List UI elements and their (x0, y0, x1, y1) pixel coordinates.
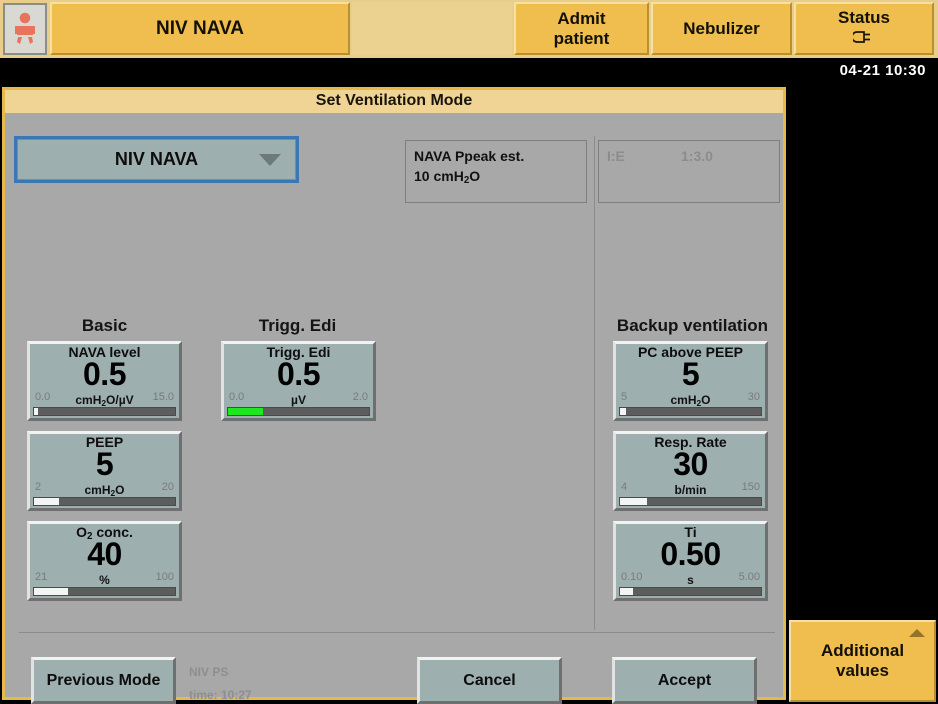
cancel-button[interactable]: Cancel (417, 657, 562, 704)
param-resp-rate-max: 150 (741, 481, 760, 493)
param-pc-above-peep-fill (620, 408, 626, 415)
tab-ventilation-mode-label: NIV NAVA (156, 17, 244, 39)
param-pc-above-peep-bar[interactable] (619, 407, 762, 416)
param-ti-bar[interactable] (619, 587, 762, 596)
ventilation-mode-dropdown-value: NIV NAVA (114, 149, 199, 169)
additional-values-label: Additional values (820, 640, 905, 680)
previous-mode-info: NIV PS time: 10:27 (189, 661, 252, 704)
param-o2-conc-bar[interactable] (33, 587, 176, 596)
datetime-display: 04-21 10:30 (839, 62, 926, 79)
param-o2-conc-value: 40 (87, 536, 122, 573)
ie-ratio-row: I:E 1:3.0 (607, 147, 771, 167)
param-trigg-edi-value: 0.5 (277, 355, 320, 392)
param-o2-conc-fill (34, 588, 68, 595)
param-pc-above-peep[interactable]: PC above PEEP 5 5 cmH2O 30 (613, 341, 768, 421)
param-o2-conc-unit: % (99, 573, 110, 587)
ie-ratio-value: 1:3.0 (681, 148, 713, 164)
previous-mode-button-label: Previous Mode (46, 671, 161, 689)
param-trigg-edi-scale: 0.0 µV 2.0 (227, 391, 370, 407)
param-resp-rate-scale: 4 b/min 150 (619, 481, 762, 497)
tab-status-label: Status (838, 8, 890, 28)
row-divider (19, 632, 775, 633)
param-pc-above-peep-max: 30 (747, 391, 760, 403)
ie-ratio-label: I:E (607, 148, 625, 164)
param-pc-above-peep-unit: cmH2O (670, 393, 711, 409)
tab-bar-spacer (352, 2, 512, 55)
param-peep-unit: cmH2O (84, 483, 125, 499)
datetime-strip: 04-21 10:30 (0, 58, 938, 86)
tab-admit-patient[interactable]: Admit patient (514, 2, 649, 55)
param-peep-fill (34, 498, 60, 505)
param-nava-level-fill (34, 408, 39, 415)
param-ti-fill (620, 588, 633, 595)
dialog-title: Set Ventilation Mode (5, 90, 783, 113)
section-heading-basic: Basic (81, 316, 128, 335)
power-plug-icon (851, 29, 875, 49)
param-ti-value: 0.50 (660, 535, 721, 572)
cancel-button-label: Cancel (463, 671, 516, 689)
accept-button[interactable]: Accept (612, 657, 757, 704)
accept-button-label: Accept (657, 671, 712, 689)
patient-category-button[interactable] (3, 3, 47, 55)
param-trigg-edi-fill (228, 408, 264, 415)
tab-nebulizer-label: Nebulizer (683, 18, 760, 38)
param-ti-max: 5.00 (738, 571, 760, 583)
chevron-up-icon (909, 629, 925, 637)
param-peep-max: 20 (161, 481, 174, 493)
nava-ppeak-est-label: NAVA Ppeak est. (414, 148, 525, 164)
param-pc-above-peep-scale: 5 cmH2O 30 (619, 391, 762, 409)
chevron-down-icon (259, 153, 281, 166)
tab-admit-patient-label: Admit patient (553, 9, 610, 48)
param-o2-conc-max: 100 (155, 571, 174, 583)
ventilator-screen: NIV NAVA Admit patient Nebulizer Status 0… (0, 0, 938, 704)
param-pc-above-peep-value: 5 (681, 355, 700, 392)
set-ventilation-mode-dialog: Set Ventilation Mode NIV NAVA NAVA Ppeak… (2, 87, 786, 704)
param-trigg-edi-bar[interactable] (227, 407, 370, 416)
param-resp-rate-fill (620, 498, 647, 505)
param-resp-rate-value: 30 (673, 445, 708, 482)
param-nava-level-bar[interactable] (33, 407, 176, 416)
param-nava-level-max: 15.0 (152, 391, 174, 403)
nava-ppeak-est-value: 10 cmH2O (414, 167, 481, 187)
dialog-body: NIV NAVA NAVA Ppeak est. 10 cmH2O I:E 1:… (5, 113, 783, 704)
column-divider (594, 136, 595, 630)
param-peep-scale: 2 cmH2O 20 (33, 481, 176, 499)
param-trigg-edi-max: 2.0 (352, 391, 368, 403)
param-nava-level-scale: 0.0 cmH2O/µV 15.0 (33, 391, 176, 408)
tab-ventilation-mode[interactable]: NIV NAVA (50, 2, 350, 55)
param-resp-rate-unit: b/min (674, 483, 707, 497)
param-peep-value: 5 (95, 445, 114, 482)
param-peep-bar[interactable] (33, 497, 176, 506)
param-o2-conc-scale: 21 % 100 (33, 571, 176, 587)
ventilation-mode-dropdown[interactable]: NIV NAVA (14, 136, 299, 183)
param-ti[interactable]: Ti 0.50 0.10 s 5.00 (613, 521, 768, 601)
top-tab-bar: NIV NAVA Admit patient Nebulizer Status (0, 0, 938, 58)
param-trigg-edi-unit: µV (291, 393, 306, 407)
param-trigg-edi[interactable]: Trigg. Edi 0.5 0.0 µV 2.0 (221, 341, 376, 421)
tab-nebulizer[interactable]: Nebulizer (651, 2, 792, 55)
param-peep[interactable]: PEEP 5 2 cmH2O 20 (27, 431, 182, 511)
param-resp-rate[interactable]: Resp. Rate 30 4 b/min 150 (613, 431, 768, 511)
param-resp-rate-bar[interactable] (619, 497, 762, 506)
param-nava-level[interactable]: NAVA level 0.5 0.0 cmH2O/µV 15.0 (27, 341, 182, 421)
previous-mode-button[interactable]: Previous Mode (31, 657, 176, 704)
tab-status[interactable]: Status (794, 2, 934, 55)
ventilation-mode-dropdown-inner: NIV NAVA (17, 139, 296, 180)
previous-mode-time: time: 10:27 (189, 687, 252, 702)
section-heading-backup-ventilation: Backup ventilation (616, 316, 769, 335)
param-nava-level-value: 0.5 (83, 355, 126, 392)
nava-ppeak-est-box: NAVA Ppeak est. 10 cmH2O (405, 140, 587, 203)
section-heading-trigg-edi: Trigg. Edi (258, 316, 337, 335)
previous-mode-name: NIV PS (189, 665, 229, 679)
additional-values-button[interactable]: Additional values (789, 620, 936, 702)
param-ti-scale: 0.10 s 5.00 (619, 571, 762, 587)
param-o2-conc[interactable]: O2 conc. 40 21 % 100 (27, 521, 182, 601)
infant-patient-icon (15, 12, 35, 44)
ie-ratio-box: I:E 1:3.0 (598, 140, 780, 203)
